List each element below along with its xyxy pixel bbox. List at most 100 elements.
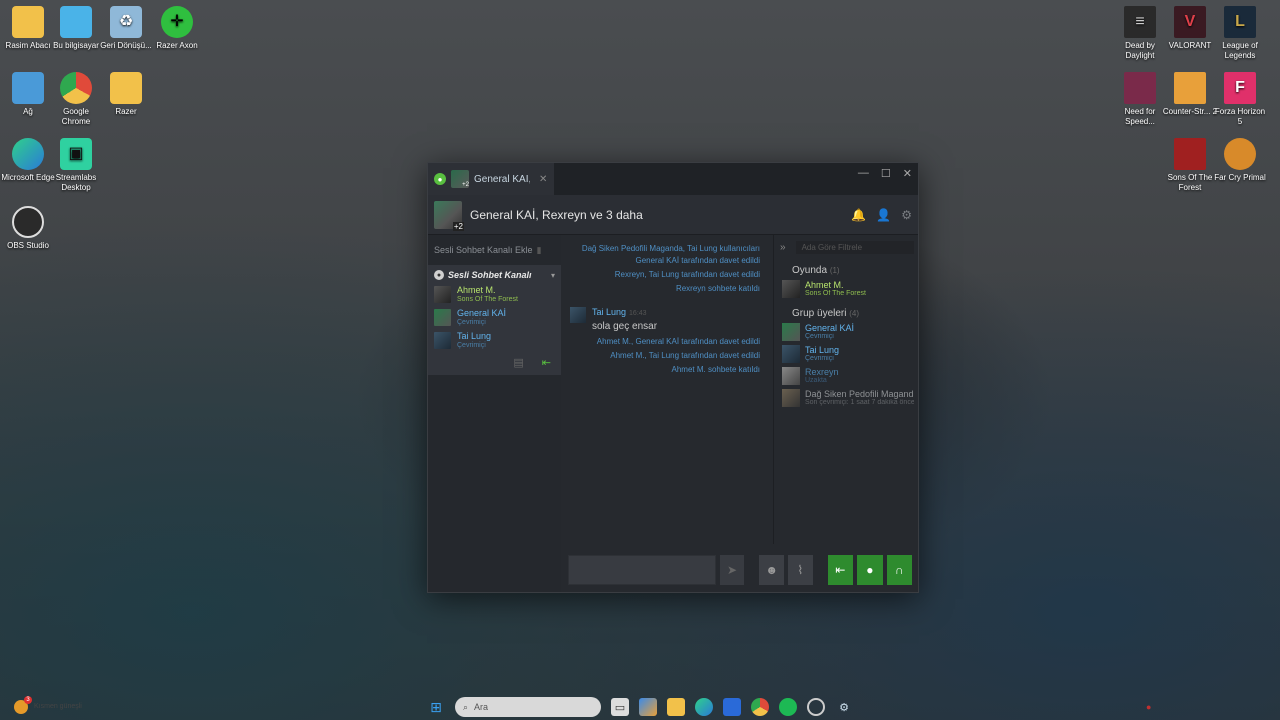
group-mini-avatar: +2 — [451, 170, 469, 188]
leave-voice-icon[interactable]: ⇤ — [542, 356, 551, 369]
member-name: General KAİ — [805, 323, 855, 333]
chat-header: +2 General KAİ, Rexreyn ve 3 daha 🔔 👤 ⚙ — [428, 195, 918, 235]
chrome-icon[interactable] — [751, 698, 769, 716]
message-text: sola geç ensar — [592, 321, 658, 332]
avatar — [434, 309, 451, 326]
invite-icon[interactable]: 👤 — [876, 208, 891, 222]
razer-folder-icon — [110, 72, 142, 104]
member-name: Ahmet M. — [805, 280, 844, 290]
avatar-plus-count: +2 — [452, 221, 464, 231]
chat-tab[interactable]: ● +2 General KAİ, Rexreyn ✕ — [428, 163, 554, 195]
member-item[interactable]: Dağ Siken Pedofili Maganda Son çevrimiçi… — [780, 389, 914, 407]
desktop-icon-dead-by-daylight[interactable]: ≡ Dead by Daylight — [1112, 6, 1168, 61]
desktop-icon-far-cry[interactable]: Far Cry Primal — [1212, 138, 1268, 183]
emoji-icon[interactable]: ☻ — [759, 555, 784, 585]
system-message: Rexreyn, Tai Lung tarafından davet edild… — [614, 270, 760, 279]
voice-member[interactable]: General KAİ Çevrimiçi — [428, 306, 561, 329]
member-item[interactable]: Rexreyn Uzakta — [780, 367, 914, 385]
leave-voice-button[interactable]: ⇤ — [827, 555, 854, 585]
store-icon[interactable] — [723, 698, 741, 716]
member-item[interactable]: Tai Lung Çevrimiçi — [780, 345, 914, 363]
member-status: Uzakta — [805, 377, 827, 384]
desktop-icon-razer-axon[interactable]: ✛ Razer Axon — [149, 6, 205, 51]
avatar — [782, 345, 800, 363]
desktop-icon-obs[interactable]: OBS Studio — [0, 206, 56, 251]
desktop-icon-streamlabs[interactable]: ▣ Streamlabs Desktop — [48, 138, 104, 193]
voice-panel: Sesli Sohbet Kanalı Ekle ▮ ● Sesli Sohbe… — [428, 235, 561, 592]
avatar — [782, 367, 800, 385]
league-of-legends-icon: L — [1224, 6, 1256, 38]
bell-icon[interactable]: 🔔 — [851, 208, 866, 222]
gear-icon[interactable]: ⚙ — [901, 208, 912, 222]
close-tab-icon[interactable]: ✕ — [539, 174, 547, 185]
desktop-icon-cs2[interactable]: Counter-Str... 2 — [1162, 72, 1218, 117]
member-list-top: » Ada Göre Filtrele — [780, 239, 914, 255]
member-filter-input[interactable]: Ada Göre Filtrele — [795, 240, 914, 254]
add-voice-channel-button[interactable]: Sesli Sohbet Kanalı Ekle ▮ — [428, 235, 561, 265]
desktop-icon-valorant[interactable]: V VALORANT — [1162, 6, 1218, 51]
obs-icon — [12, 206, 44, 238]
voice-actions: ▤ ⇤ — [428, 352, 561, 371]
search-icon: ⌕ — [463, 701, 469, 712]
voice-settings-icon[interactable]: ▤ — [513, 356, 523, 369]
desktop-icon-recycle-bin[interactable]: ♻ Geri Dönüşü... — [98, 6, 154, 51]
voice-member[interactable]: Ahmet M. Sons Of The Forest — [428, 283, 561, 306]
taskbar-search[interactable]: ⌕ Ara — [455, 697, 601, 717]
desktop-icon-this-pc[interactable]: Bu bilgisayar — [48, 6, 104, 51]
steam-icon[interactable]: ⚙ — [835, 698, 853, 716]
microphone-icon[interactable]: ● — [857, 555, 883, 585]
desktop-icon-nfs[interactable]: Need for Speed... — [1112, 72, 1168, 127]
member-status: Sons Of The Forest — [805, 290, 866, 297]
edge-icon[interactable] — [695, 698, 713, 716]
windows-start-icon[interactable]: ⊞ — [427, 698, 445, 716]
voice-channel-header[interactable]: ● Sesli Sohbet Kanalı ▾ — [428, 267, 561, 283]
avatar — [434, 286, 451, 303]
desktop-icon-sons-forest[interactable]: Sons Of The Forest — [1162, 138, 1218, 193]
close-icon[interactable]: ✕ — [903, 167, 912, 180]
spotify-icon[interactable] — [779, 698, 797, 716]
message-input[interactable] — [568, 555, 716, 585]
group-members-section-title: Grup üyeleri (4) — [792, 308, 860, 319]
member-item[interactable]: Ahmet M. Sons Of The Forest — [780, 280, 914, 298]
collapse-members-icon[interactable]: » — [780, 242, 786, 253]
maximize-icon[interactable]: ☐ — [881, 167, 891, 180]
voice-channel-icon: ● — [434, 270, 444, 280]
recycle-bin-icon: ♻ — [110, 6, 142, 38]
avatar — [434, 332, 451, 349]
header-actions: 🔔 👤 ⚙ — [851, 208, 912, 222]
window-controls: — ☐ ✕ — [858, 163, 912, 183]
tray-icon[interactable]: ● — [1146, 702, 1160, 712]
in-game-section-title: Oyunda (1) — [792, 265, 840, 276]
counter-strike-icon — [1174, 72, 1206, 104]
message-author[interactable]: Tai Lung 16:43 — [592, 307, 657, 317]
member-name: Tai Lung — [457, 331, 492, 341]
avatar — [782, 389, 800, 407]
desktop-icon-forza[interactable]: F Forza Horizon 5 — [1212, 72, 1268, 127]
minimize-icon[interactable]: — — [858, 167, 869, 179]
chevron-down-icon[interactable]: ▾ — [551, 271, 555, 280]
copilot-icon[interactable] — [639, 698, 657, 716]
avatar — [782, 280, 800, 298]
headset-icon[interactable]: ∩ — [886, 555, 913, 585]
title-bar: ● +2 General KAİ, Rexreyn ✕ — ☐ ✕ — [428, 163, 918, 195]
member-item[interactable]: General KAİ Çevrimiçi — [780, 323, 914, 341]
desktop-icon-league[interactable]: L League of Legends — [1212, 6, 1268, 61]
member-name: Dağ Siken Pedofili Maganda — [805, 389, 914, 399]
system-message: Dağ Siken Pedofili Maganda, Tai Lung kul… — [581, 244, 760, 265]
forza-icon: F — [1224, 72, 1256, 104]
send-icon[interactable]: ➤ — [719, 555, 745, 585]
task-view-icon[interactable]: ▭ — [611, 698, 629, 716]
message-composer: ➤ ☻ ⌇ ⇤ ● ∩ — [568, 554, 913, 586]
network-icon — [12, 72, 44, 104]
member-status: Son çevrimiçi: 1 saat 7 dakika önce — [805, 399, 914, 406]
attach-icon[interactable]: ⌇ — [788, 555, 813, 585]
member-name: Tai Lung — [805, 345, 840, 355]
system-message: Ahmet M., General KAİ tarafından davet e… — [596, 337, 760, 346]
search-placeholder: Ara — [474, 702, 489, 712]
voice-member[interactable]: Tai Lung Çevrimiçi — [428, 329, 561, 352]
file-explorer-icon[interactable] — [667, 698, 685, 716]
desktop-icon-chrome[interactable]: Google Chrome — [48, 72, 104, 127]
razer-icon[interactable] — [807, 698, 825, 716]
desktop-icon-razer[interactable]: Razer — [98, 72, 154, 117]
add-channel-icon: ▮ — [536, 244, 542, 255]
